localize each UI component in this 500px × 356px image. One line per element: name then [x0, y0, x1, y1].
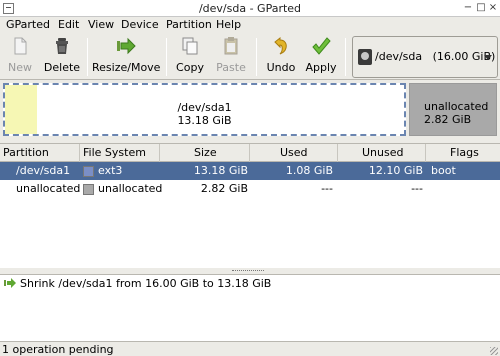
pending-operations-list: Shrink /dev/sda1 from 16.00 GiB to 13.18… — [0, 274, 500, 342]
paste-label: Paste — [216, 61, 246, 74]
operation-text: Shrink /dev/sda1 from 16.00 GiB to 13.18… — [20, 277, 272, 290]
device-selector-value: /dev/sda (16.00 GiB) — [375, 50, 496, 63]
column-header-partition[interactable]: Partition — [0, 144, 80, 162]
apply-button[interactable]: Apply — [303, 36, 339, 78]
resize-grip-icon[interactable] — [490, 347, 498, 355]
disk-map-partition-sda1[interactable]: /dev/sda1 13.18 GiB — [3, 83, 406, 136]
disk-map-unallocated-size: 2.82 GiB — [424, 113, 472, 126]
resize-move-label: Resize/Move — [92, 61, 161, 74]
disk-map-partition-name: /dev/sda1 — [177, 101, 232, 114]
cell-flags: boot — [431, 164, 456, 177]
column-header-unused[interactable]: Unused — [338, 144, 426, 162]
disk-map: /dev/sda1 13.18 GiB unallocated 2.82 GiB — [0, 80, 500, 140]
column-header-file-system[interactable]: File System — [80, 144, 160, 162]
new-label: New — [8, 61, 32, 74]
menu-view[interactable]: View — [88, 18, 114, 31]
delete-icon — [52, 36, 72, 56]
window-title: /dev/sda - GParted — [198, 2, 302, 15]
partition-table: Partition File System Size Used Unused F… — [0, 143, 500, 268]
minimize-icon[interactable]: − — [463, 3, 473, 13]
disk-map-unallocated[interactable]: unallocated 2.82 GiB — [409, 83, 497, 136]
list-item[interactable]: Shrink /dev/sda1 from 16.00 GiB to 13.18… — [4, 277, 271, 290]
resize-move-icon — [116, 36, 136, 56]
chevron-down-icon — [484, 55, 492, 60]
cell-file-system: unallocated — [98, 182, 163, 195]
delete-label: Delete — [43, 61, 81, 74]
cell-unused: --- — [411, 182, 423, 195]
undo-icon — [271, 36, 291, 56]
menu-bar: GParted Edit View Device Partition Help — [0, 17, 500, 34]
maximize-icon[interactable]: □ — [476, 3, 486, 13]
undo-button[interactable]: Undo — [263, 36, 299, 78]
menu-edit[interactable]: Edit — [58, 18, 79, 31]
resize-move-button[interactable]: Resize/Move — [92, 36, 160, 78]
cell-used: --- — [321, 182, 333, 195]
menu-partition[interactable]: Partition — [166, 18, 212, 31]
checkmark-icon — [311, 36, 331, 56]
resize-move-icon — [4, 278, 16, 288]
column-header-flags[interactable]: Flags — [426, 144, 500, 162]
device-selector[interactable]: /dev/sda (16.00 GiB) — [352, 36, 498, 78]
title-bar: /dev/sda - GParted − □ × — [0, 0, 500, 17]
cell-size: 13.18 GiB — [193, 164, 248, 177]
new-document-icon — [10, 36, 30, 56]
disk-map-unallocated-name: unallocated — [424, 100, 489, 113]
filesystem-color-swatch — [83, 166, 94, 177]
column-header-size[interactable]: Size — [160, 144, 250, 162]
table-header: Partition File System Size Used Unused F… — [0, 144, 500, 162]
close-icon[interactable]: × — [488, 3, 498, 13]
table-row[interactable]: /dev/sda1 ext3 13.18 GiB 1.08 GiB 12.10 … — [0, 162, 500, 180]
disk-map-partition-size: 13.18 GiB — [177, 114, 232, 127]
cell-used: 1.08 GiB — [285, 164, 333, 177]
toolbar-separator — [256, 38, 257, 76]
cell-unused: 12.10 GiB — [368, 164, 423, 177]
new-button[interactable]: New — [2, 36, 38, 78]
hard-disk-icon — [358, 49, 372, 65]
cell-size: 2.82 GiB — [200, 182, 248, 195]
toolbar-separator — [345, 38, 346, 76]
delete-button[interactable]: Delete — [42, 36, 82, 78]
cell-partition: unallocated — [16, 182, 81, 195]
toolbar-separator — [87, 38, 88, 76]
menu-gparted[interactable]: GParted — [6, 18, 50, 31]
table-row[interactable]: unallocated unallocated 2.82 GiB --- --- — [0, 180, 500, 198]
cell-partition: /dev/sda1 — [16, 164, 71, 177]
column-header-used[interactable]: Used — [250, 144, 338, 162]
copy-icon — [180, 36, 200, 56]
paste-button[interactable]: Paste — [212, 36, 250, 78]
undo-label: Undo — [266, 61, 296, 74]
status-text: 1 operation pending — [2, 343, 114, 356]
cell-file-system: ext3 — [98, 164, 123, 177]
menu-help[interactable]: Help — [216, 18, 241, 31]
copy-button[interactable]: Copy — [172, 36, 208, 78]
apply-label: Apply — [305, 61, 337, 74]
menu-device[interactable]: Device — [121, 18, 159, 31]
status-bar: 1 operation pending — [0, 342, 500, 356]
paste-icon — [221, 36, 241, 56]
splitter-grip-icon — [232, 270, 264, 272]
cell-flags — [431, 180, 491, 198]
filesystem-color-swatch — [83, 184, 94, 195]
toolbar-separator — [166, 38, 167, 76]
copy-label: Copy — [176, 61, 204, 74]
